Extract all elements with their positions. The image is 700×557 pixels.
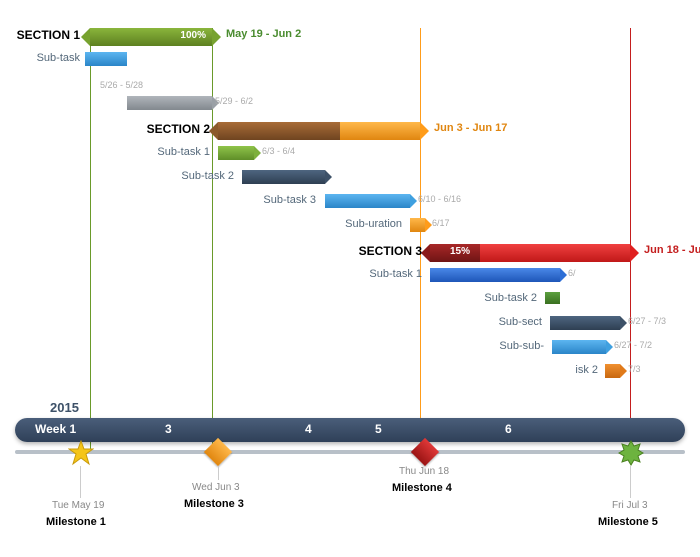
- ms5-date: Fri Jul 3: [612, 500, 648, 511]
- section2-bar: [218, 122, 420, 140]
- ms1-name: Milestone 1: [46, 516, 106, 528]
- s2-task3-bar: [325, 194, 410, 208]
- section3-pct: 15%: [450, 246, 470, 257]
- ms4-date: Thu Jun 18: [399, 466, 449, 477]
- s3-task5-bar: [605, 364, 620, 378]
- s2-task4-label: Sub-uration: [345, 218, 402, 230]
- tl-6: 6: [505, 422, 512, 436]
- s3-task2-label: Sub-task 2: [484, 292, 537, 304]
- ms3-name: Milestone 3: [184, 498, 244, 510]
- s3-task5-label: isk 2: [575, 364, 598, 376]
- s3-task2-bar: [545, 292, 560, 304]
- s2-task2-bar: [242, 170, 325, 184]
- section3-bar: 15%: [430, 244, 630, 262]
- section2-title: SECTION 2: [147, 122, 210, 136]
- s2-task3-date: 6/10 - 6/16: [418, 194, 461, 204]
- s1-task1-bar: [85, 52, 127, 66]
- s3-task4-label: Sub-sub-: [499, 340, 544, 352]
- tl-3: 3: [165, 422, 172, 436]
- s3-task1-date: 6/: [568, 268, 576, 278]
- s1-task1-label: Sub-task: [37, 52, 80, 64]
- section1-pct: 100%: [180, 30, 206, 41]
- s3-task1-bar: [430, 268, 560, 282]
- s3-task1-label: Sub-task 1: [369, 268, 422, 280]
- s2-task2-label: Sub-task 2: [181, 170, 234, 182]
- section1-bar: 100%: [90, 28, 212, 46]
- section1-title: SECTION 1: [17, 28, 80, 42]
- tl-5: 5: [375, 422, 382, 436]
- ms1-line: [80, 466, 81, 498]
- s3-task3-date: 6/27 - 7/3: [628, 316, 666, 326]
- ms5-line: [630, 466, 631, 498]
- timeline-bar: Week 1 3 4 5 6: [15, 418, 685, 442]
- s3-task3-label: Sub-sect: [499, 316, 542, 328]
- milestone1-star-icon: [68, 440, 94, 466]
- s1-task2-bar: [127, 96, 155, 110]
- s2-task3-label: Sub-task 3: [263, 194, 316, 206]
- s2-task4-date: 6/17: [432, 218, 450, 228]
- s3-task4-bar: [552, 340, 606, 354]
- s2-task1-date: 6/3 - 6/4: [262, 146, 295, 156]
- s1-task3-bar: [155, 96, 212, 110]
- s1-task3-date: 5/29 - 6/2: [215, 96, 253, 106]
- timeline-thin: [15, 450, 685, 454]
- milestone3-diamond-icon: [204, 438, 232, 466]
- tl-4: 4: [305, 422, 312, 436]
- section3-range: Jun 18 - Jul 3: [644, 244, 700, 256]
- s3-task3-bar: [550, 316, 620, 330]
- s1-task2-label: 5/26 - 5/28: [100, 80, 143, 90]
- year-label: 2015: [50, 400, 79, 415]
- ms3-date: Wed Jun 3: [192, 482, 240, 493]
- section1-range: May 19 - Jun 2: [226, 28, 301, 40]
- section2-range: Jun 3 - Jun 17: [434, 122, 507, 134]
- s2-task1-label: Sub-task 1: [157, 146, 210, 158]
- ms5-name: Milestone 5: [598, 516, 658, 528]
- s3-task4-date: 6/27 - 7/2: [614, 340, 652, 350]
- ms3-line: [218, 466, 219, 480]
- gantt-chart: { "chart_data": { "type": "gantt", "year…: [0, 0, 700, 557]
- milestone4-diamond-icon: [411, 438, 439, 466]
- tl-week1: Week 1: [35, 422, 76, 436]
- section3-title: SECTION 3: [359, 244, 422, 258]
- s2-task1-bar: [218, 146, 254, 160]
- s2-task4-bar: [410, 218, 425, 232]
- ms1-date: Tue May 19: [52, 500, 104, 511]
- ms4-name: Milestone 4: [392, 482, 452, 494]
- s3-task5-date: 7/3: [628, 364, 641, 374]
- milestone5-burst-icon: [618, 440, 644, 466]
